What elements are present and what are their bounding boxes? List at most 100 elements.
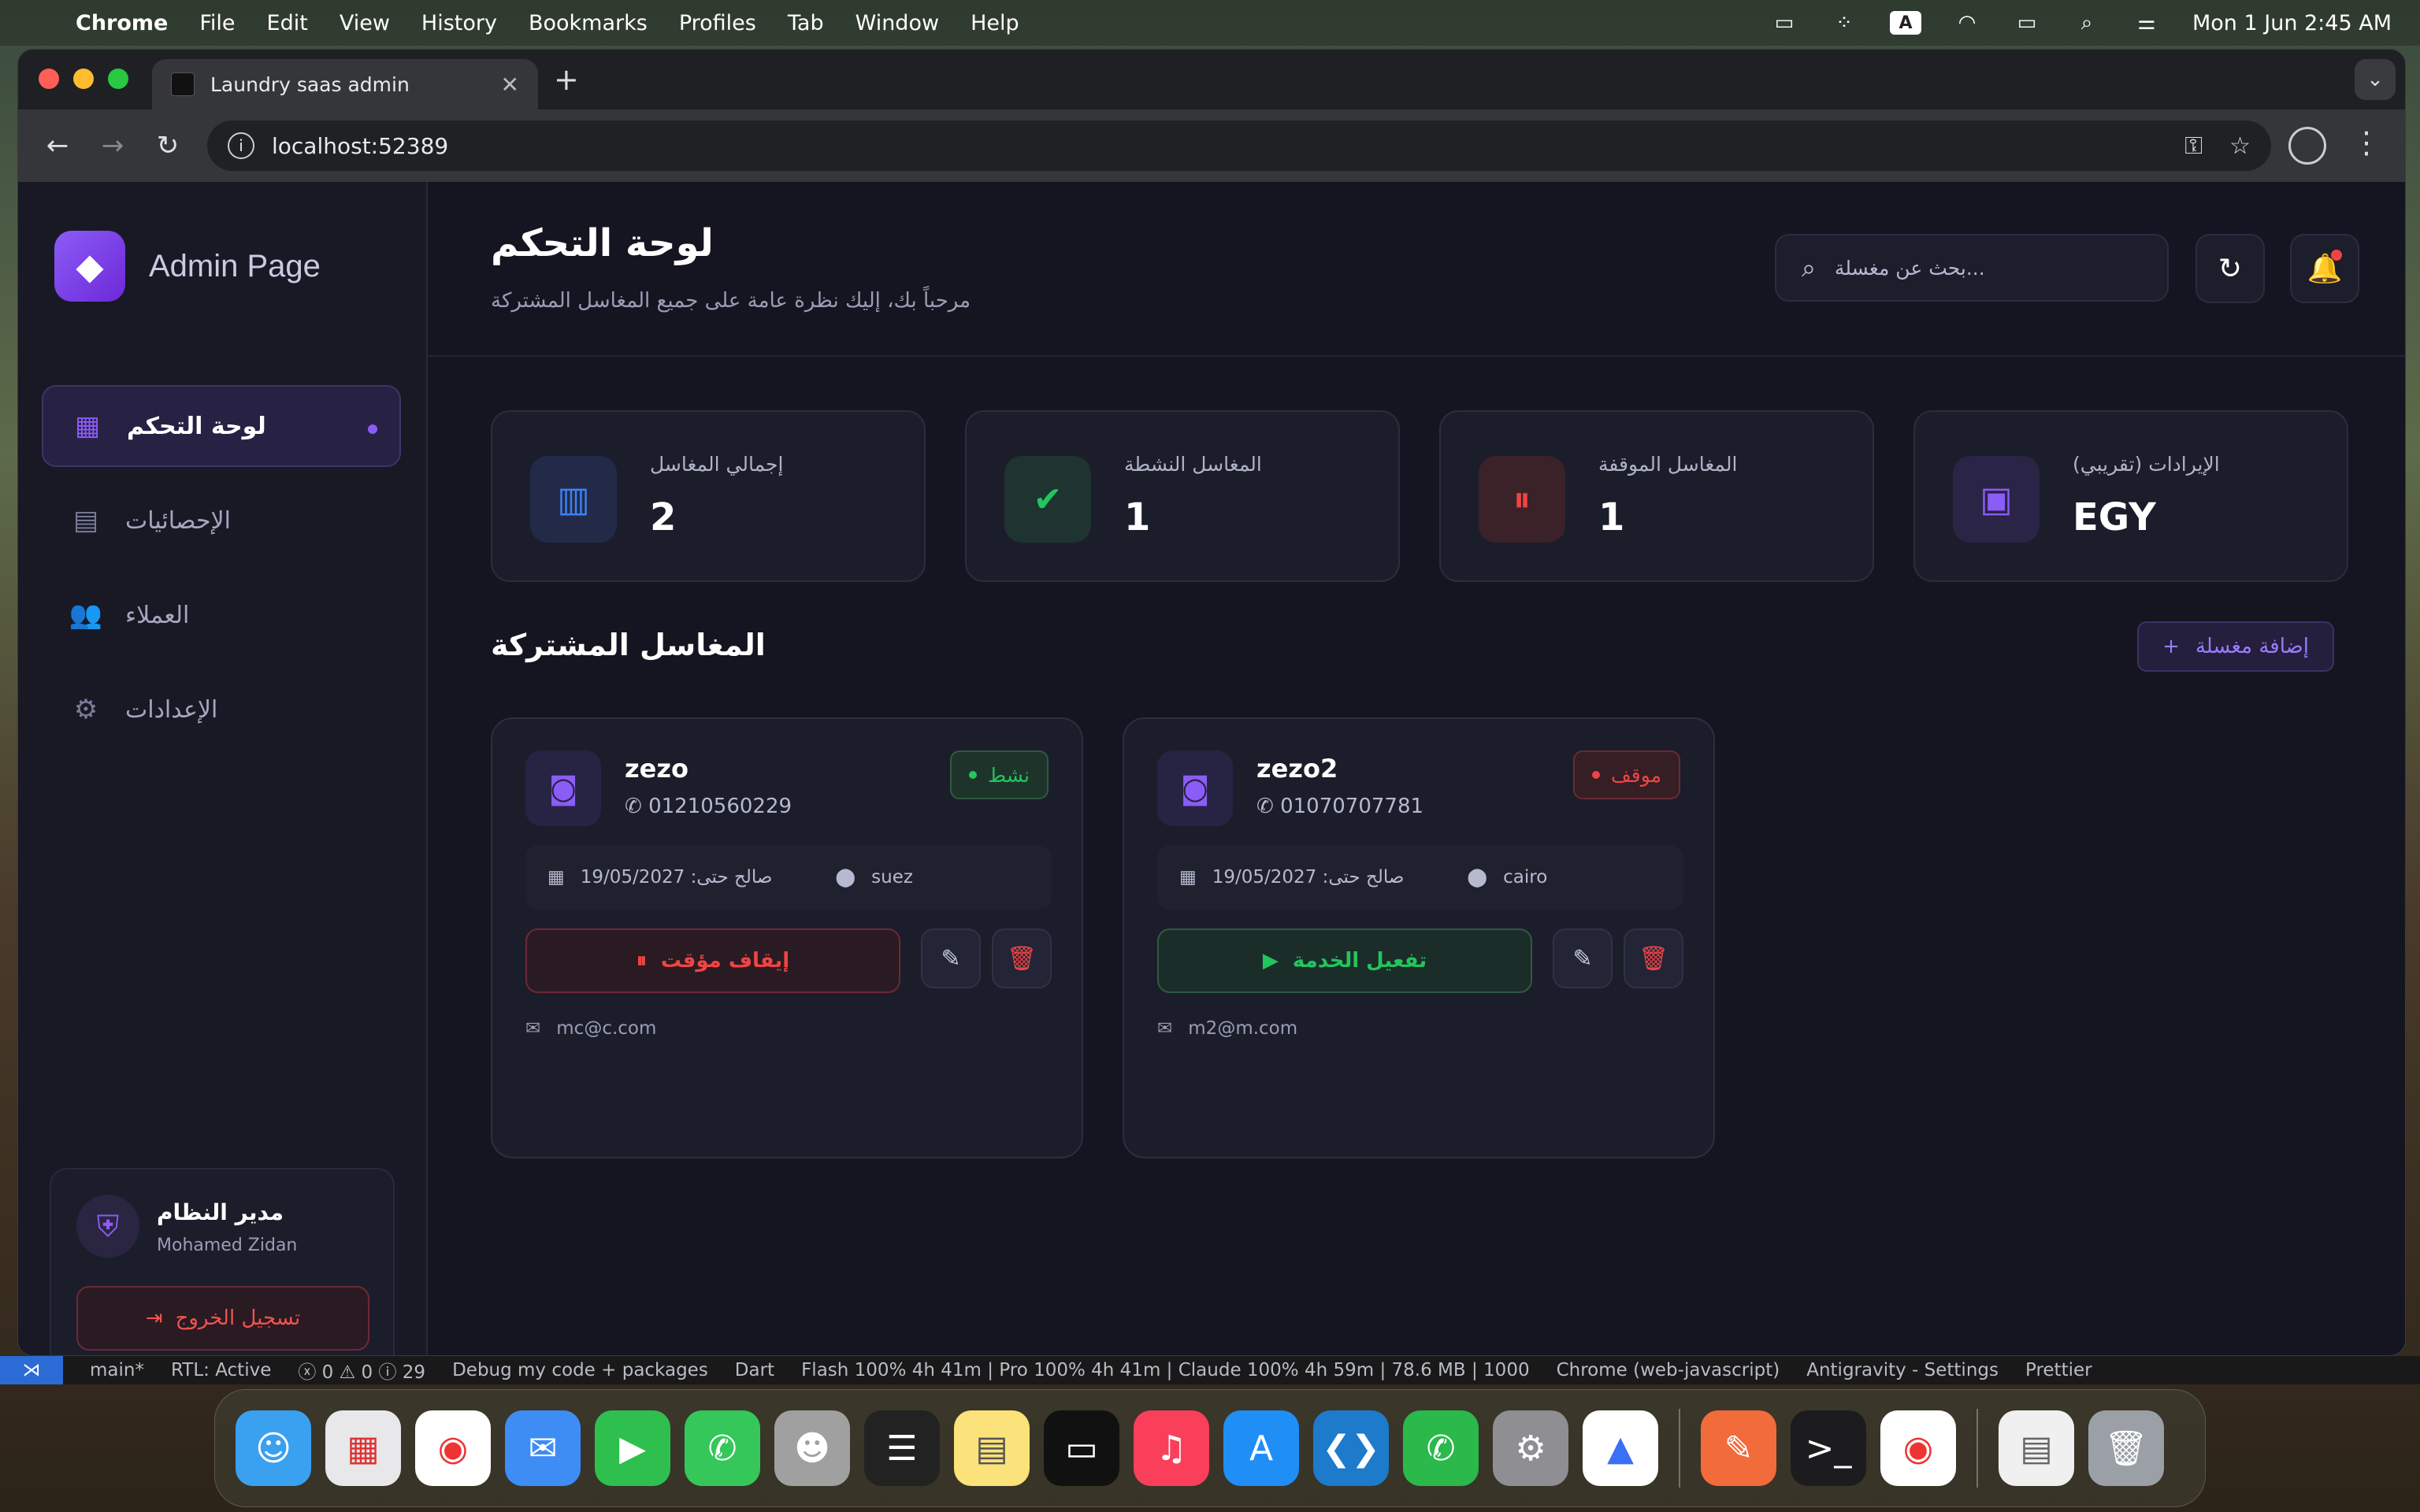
menubar-clock[interactable]: Mon 1 Jun 2:45 AM (2192, 11, 2392, 35)
system-settings-icon[interactable]: ⚙ (1493, 1410, 1568, 1486)
launchpad-icon[interactable]: ▦ (325, 1410, 401, 1486)
edit-button[interactable]: ✎ (921, 928, 981, 988)
music-icon[interactable]: ♫ (1134, 1410, 1209, 1486)
chrome-icon[interactable]: ◉ (1880, 1410, 1956, 1486)
back-button[interactable]: ← (34, 122, 81, 169)
finder-icon[interactable]: ☺ (236, 1410, 311, 1486)
menu-help[interactable]: Help (971, 11, 1019, 35)
pause-laundry-button[interactable]: ⏸ إيقاف مؤقت (525, 928, 900, 993)
tab-search-button[interactable]: ⌄ (2355, 59, 2396, 100)
password-key-icon[interactable]: ⚿ (2184, 132, 2203, 160)
header: لوحة التحكم مرحباً بك، إليك نظرة عامة عل… (428, 182, 2405, 357)
sidebar-item-stats[interactable]: ▤ الإحصائيات (42, 480, 401, 561)
menu-history[interactable]: History (421, 11, 497, 35)
input-source-icon[interactable]: A (1889, 11, 1921, 35)
rtl-status[interactable]: RTL: Active (171, 1360, 271, 1380)
phone-app-icon[interactable]: ✆ (685, 1410, 760, 1486)
prettier-status[interactable]: Prettier (2025, 1360, 2092, 1380)
laundry-location: cairo (1503, 867, 1548, 888)
sidebar-item-settings[interactable]: ⚙ الإعدادات (42, 669, 401, 750)
store-icon: ▥ (530, 456, 617, 543)
whatsapp-icon[interactable]: ✆ (1403, 1410, 1479, 1486)
document-icon[interactable]: ▤ (1999, 1410, 2074, 1486)
sidebar-item-label: العملاء (125, 601, 190, 629)
site-info-icon[interactable]: i (228, 132, 254, 159)
debug-target[interactable]: Chrome (web-javascript) (1557, 1360, 1780, 1380)
status-dot (969, 771, 977, 779)
forward-button[interactable]: → (89, 122, 136, 169)
spotlight-icon[interactable]: ⌕ (2073, 11, 2101, 35)
tab-title: Laundry saas admin (210, 72, 410, 96)
menu-file[interactable]: File (199, 11, 235, 35)
users-icon: 👥 (69, 599, 103, 631)
focus-icon[interactable]: ⁘ (1830, 11, 1858, 35)
logout-label: تسجيل الخروج (175, 1306, 301, 1330)
tab-close-icon[interactable]: ✕ (501, 72, 519, 98)
mail-icon[interactable]: ✉ (505, 1410, 581, 1486)
search-placeholder: بحث عن مغسلة... (1834, 256, 1985, 280)
problems-count[interactable]: ⓧ 0 ⚠ 0 ⓘ 29 (298, 1357, 425, 1384)
screen-mirror-icon[interactable]: ▭ (1770, 11, 1798, 35)
sidebar-item-dashboard[interactable]: ▦ لوحة التحكم (42, 385, 401, 467)
menu-view[interactable]: View (340, 11, 390, 35)
postman-icon[interactable]: ✎ (1701, 1410, 1776, 1486)
contacts-icon[interactable]: ☻ (774, 1410, 850, 1486)
gear-icon: ⚙ (73, 694, 98, 725)
refresh-button[interactable]: ↻ (2195, 234, 2265, 303)
terminal-icon[interactable]: >_ (1791, 1410, 1866, 1486)
active-indicator (368, 424, 377, 434)
logout-button[interactable]: ⇥ تسجيل الخروج (76, 1286, 369, 1351)
reminders-icon[interactable]: ☰ (864, 1410, 940, 1486)
notes-icon[interactable]: ▤ (954, 1410, 1030, 1486)
admin-avatar-icon: ⛨ (76, 1195, 139, 1258)
browser-tab[interactable]: Laundry saas admin ✕ (152, 59, 538, 109)
menu-window[interactable]: Window (856, 11, 939, 35)
vscode-icon[interactable]: ❮❯ (1313, 1410, 1389, 1486)
antigravity-icon[interactable]: ▲ (1583, 1410, 1658, 1486)
menu-tab[interactable]: Tab (788, 11, 824, 35)
add-laundry-button[interactable]: + إضافة مغسلة (2137, 621, 2334, 672)
profile-icon[interactable] (2288, 127, 2326, 165)
bookmark-star-icon[interactable]: ☆ (2229, 132, 2251, 160)
delete-button[interactable]: 🗑 (1624, 928, 1683, 988)
edit-button[interactable]: ✎ (1553, 928, 1613, 988)
minimize-window-button[interactable] (73, 69, 94, 89)
activate-laundry-button[interactable]: ▶ تفعيل الخدمة (1157, 928, 1532, 993)
menu-app-name[interactable]: Chrome (76, 11, 168, 35)
vscode-status-bar: ⋊ main* RTL: Active ⓧ 0 ⚠ 0 ⓘ 29 Debug m… (0, 1356, 2420, 1384)
notifications-button[interactable]: 🔔 (2290, 234, 2359, 303)
tv-icon[interactable]: ▭ (1044, 1410, 1119, 1486)
settings-extension[interactable]: Antigravity - Settings (1806, 1360, 1999, 1380)
model-usage[interactable]: Flash 100% 4h 41m | Pro 100% 4h 41m | Cl… (801, 1360, 1530, 1380)
language-mode[interactable]: Dart (735, 1360, 774, 1380)
search-input[interactable]: ⌕ بحث عن مغسلة... (1775, 234, 2169, 302)
phone-icon: ✆ (625, 795, 649, 818)
app-store-icon[interactable]: A (1223, 1410, 1299, 1486)
git-branch[interactable]: main* (90, 1360, 144, 1380)
chrome-icon[interactable]: ◉ (415, 1410, 491, 1486)
menu-bookmarks[interactable]: Bookmarks (529, 11, 648, 35)
menu-edit[interactable]: Edit (267, 11, 308, 35)
close-window-button[interactable] (39, 69, 59, 89)
control-center-icon[interactable]: ⚌ (2132, 11, 2161, 35)
chrome-menu-icon[interactable]: ⋮ (2351, 125, 2381, 160)
remote-icon[interactable]: ⋊ (0, 1356, 63, 1384)
menu-profiles[interactable]: Profiles (679, 11, 756, 35)
battery-icon[interactable]: ▭ (2013, 11, 2041, 35)
debug-config[interactable]: Debug my code + packages (452, 1360, 708, 1380)
macos-menubar: Chrome File Edit View History Bookmarks … (0, 0, 2420, 46)
reload-button[interactable]: ↻ (144, 122, 191, 169)
new-tab-button[interactable]: + (554, 62, 579, 97)
url-text[interactable]: localhost:52389 (272, 133, 2158, 159)
dock-divider (1976, 1409, 1978, 1488)
sidebar-item-users[interactable]: 👥 العملاء (42, 574, 401, 656)
facetime-icon[interactable]: ▶ (595, 1410, 670, 1486)
zoom-window-button[interactable] (108, 69, 128, 89)
page-subtitle: مرحباً بك، إليك نظرة عامة على جميع المغا… (491, 289, 971, 313)
stat-label: المغاسل النشطة (1124, 453, 1262, 476)
trash-icon[interactable]: 🗑 (2088, 1410, 2164, 1486)
address-bar[interactable]: i localhost:52389 ⚿ ☆ (207, 120, 2271, 171)
wifi-icon[interactable]: ◠ (1953, 11, 1981, 35)
apple-icon[interactable] (22, 10, 44, 35)
delete-button[interactable]: 🗑 (992, 928, 1052, 988)
